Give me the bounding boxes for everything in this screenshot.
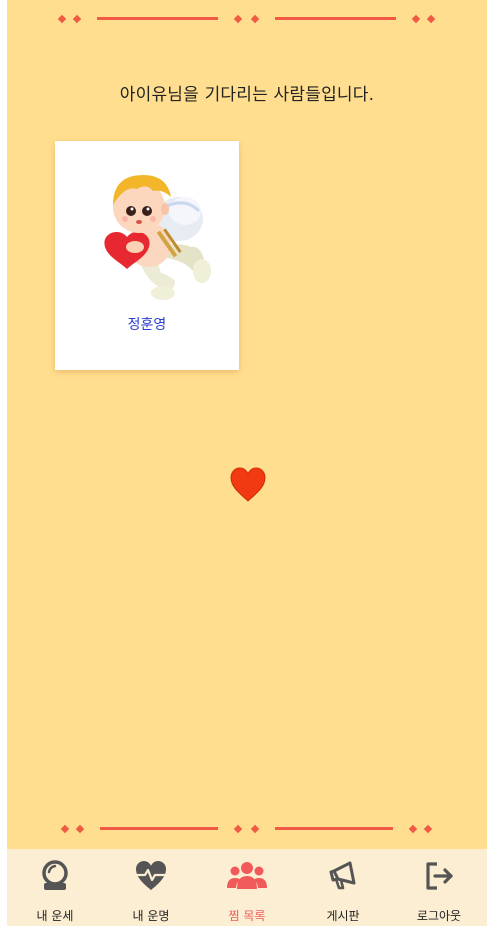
waiting-person-card[interactable]: 정훈영 bbox=[55, 141, 239, 370]
nav-logout[interactable]: 로그아웃 bbox=[391, 849, 487, 926]
nav-my-destiny[interactable]: 내 운명 bbox=[103, 849, 199, 926]
top-ornament bbox=[7, 13, 487, 25]
heart-icon bbox=[230, 467, 266, 502]
nav-my-fortune[interactable]: 내 운세 bbox=[7, 849, 103, 926]
cupid-image bbox=[104, 175, 211, 300]
megaphone-icon bbox=[329, 861, 356, 890]
heart-pulse-icon bbox=[136, 861, 166, 890]
app-screen: 아이유님을 기다리는 사람들입니다. 정훈영 내 운세 내 운명 찜 목록 게시… bbox=[7, 0, 487, 926]
nav-label: 찜 목록 bbox=[228, 909, 266, 923]
nav-label: 내 운세 bbox=[36, 909, 74, 923]
page-message: 아이유님을 기다리는 사람들입니다. bbox=[119, 85, 375, 105]
nav-wishlist[interactable]: 찜 목록 bbox=[199, 849, 295, 926]
logout-icon bbox=[426, 862, 453, 890]
bottom-ornament bbox=[7, 823, 487, 835]
person-name[interactable]: 정훈영 bbox=[55, 314, 239, 334]
users-icon bbox=[227, 862, 267, 889]
crystal-ball-icon bbox=[42, 860, 68, 890]
nav-board[interactable]: 게시판 bbox=[295, 849, 391, 926]
bottom-navigation: 내 운세 내 운명 찜 목록 게시판 로그아웃 bbox=[7, 849, 487, 926]
nav-label: 로그아웃 bbox=[416, 909, 462, 923]
nav-label: 게시판 bbox=[326, 909, 360, 923]
nav-label: 내 운명 bbox=[132, 909, 170, 923]
